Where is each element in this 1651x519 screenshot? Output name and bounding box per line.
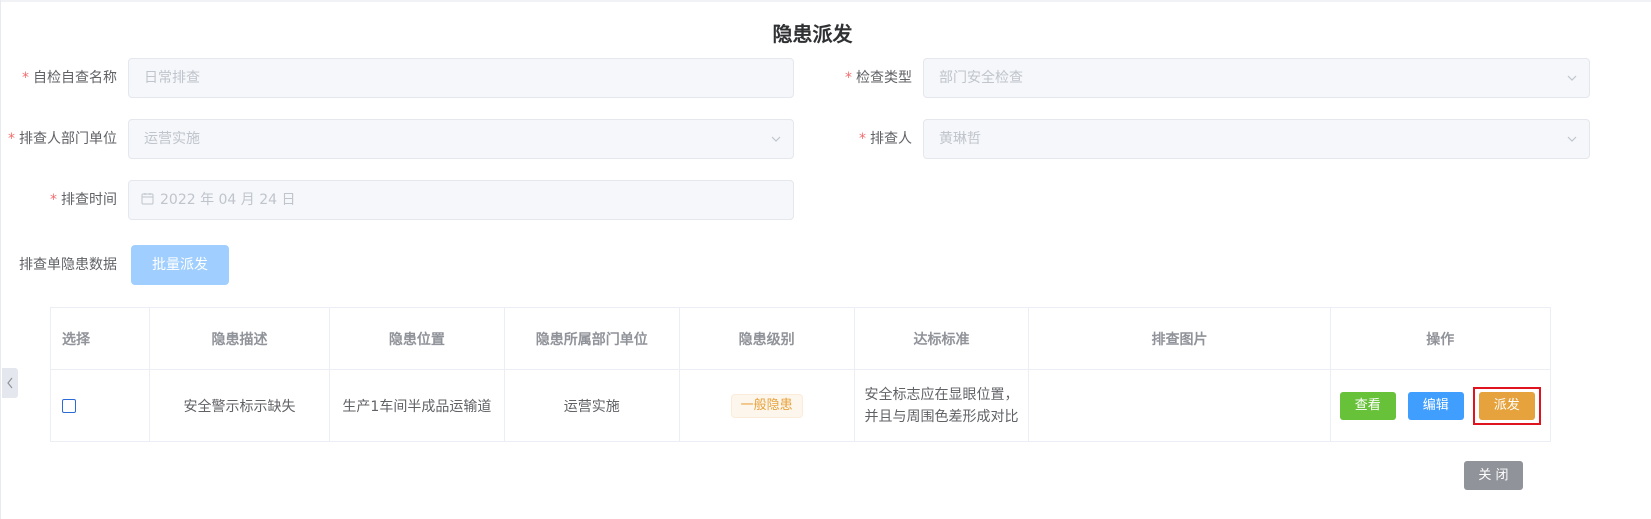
self-check-name-value: 日常排查 <box>144 70 200 86</box>
row-checkbox[interactable] <box>62 398 76 413</box>
checker-select[interactable]: 黄琳哲 <box>923 119 1590 159</box>
check-type-label: * 检查类型 <box>800 58 912 98</box>
check-time-label-text: 排查时间 <box>61 192 117 208</box>
check-type-select[interactable]: 部门安全检查 <box>923 58 1590 98</box>
checker-label-text: 排查人 <box>870 131 912 147</box>
col-header-location: 隐患位置 <box>328 307 505 370</box>
select-cell <box>49 369 151 442</box>
dept-unit-label: * 排查人部门单位 <box>0 119 117 159</box>
dept-unit-value: 运营实施 <box>144 131 200 147</box>
view-button[interactable]: 查看 <box>1339 391 1396 420</box>
chevron-down-icon <box>771 136 781 142</box>
standard-cell: 安全标志应在显眼位置， 并且与周围色差形成对比 <box>853 369 1030 442</box>
actions-cell: 查看 编辑 派发 <box>1329 369 1552 442</box>
level-tag: 一般隐患 <box>730 393 803 418</box>
hazard-table: 选择 隐患描述 隐患位置 隐患所属部门单位 隐患级别 达标标准 排查图片 操作 … <box>49 307 1552 442</box>
dept-unit-label-text: 排查人部门单位 <box>19 131 117 147</box>
description-cell: 安全警示标示缺失 <box>149 369 330 442</box>
required-mark: * <box>22 70 29 86</box>
col-header-department: 隐患所属部门单位 <box>503 307 680 370</box>
standard-line-1: 安全标志应在显眼位置， <box>864 386 1019 403</box>
self-check-name-input[interactable]: 日常排查 <box>128 58 794 98</box>
level-cell: 一般隐患 <box>678 369 855 442</box>
location-cell: 生产1车间半成品运输道 <box>328 369 505 442</box>
collapse-handle[interactable] <box>2 368 18 398</box>
col-header-level: 隐患级别 <box>678 307 855 370</box>
check-type-label-text: 检查类型 <box>856 70 912 86</box>
col-header-select: 选择 <box>49 307 151 370</box>
col-header-actions: 操作 <box>1329 307 1552 370</box>
edit-button[interactable]: 编辑 <box>1407 391 1464 420</box>
table-row: 安全警示标示缺失 生产1车间半成品运输道 运营实施 一般隐患 安全标志应在显眼位… <box>49 369 1552 442</box>
dept-unit-select[interactable]: 运营实施 <box>128 119 794 159</box>
calendar-icon <box>141 193 154 205</box>
required-mark: * <box>8 131 15 147</box>
required-mark: * <box>859 131 866 147</box>
self-check-name-label-text: 自检自查名称 <box>33 70 117 86</box>
self-check-name-label: * 自检自查名称 <box>0 58 117 98</box>
batch-dispatch-button[interactable]: 批量派发 <box>131 245 229 285</box>
col-header-image: 排查图片 <box>1028 307 1331 370</box>
table-header-row: 选择 隐患描述 隐患位置 隐患所属部门单位 隐患级别 达标标准 排查图片 操作 <box>49 307 1552 370</box>
standard-text: 安全标志应在显眼位置， 并且与周围色差形成对比 <box>864 384 1018 428</box>
standard-line-2: 并且与周围色差形成对比 <box>864 408 1019 425</box>
dispatch-highlight-box: 派发 <box>1472 386 1541 425</box>
image-cell <box>1028 369 1331 442</box>
checker-label: * 排查人 <box>800 119 912 159</box>
chevron-left-icon <box>7 377 13 389</box>
hazard-data-label: 排查单隐患数据 <box>19 257 117 273</box>
required-mark: * <box>845 70 852 86</box>
chevron-down-icon <box>1567 136 1577 142</box>
check-time-value: 2022 年 04 月 24 日 <box>160 192 296 208</box>
check-type-value: 部门安全检查 <box>939 70 1023 86</box>
check-time-date-picker[interactable]: 2022 年 04 月 24 日 <box>128 180 794 220</box>
required-mark: * <box>50 192 57 208</box>
col-header-standard: 达标标准 <box>853 307 1030 370</box>
checker-value: 黄琳哲 <box>939 131 981 147</box>
col-header-description: 隐患描述 <box>149 307 330 370</box>
check-time-label: * 排查时间 <box>0 180 117 220</box>
chevron-down-icon <box>1567 75 1577 81</box>
dispatch-button[interactable]: 派发 <box>1478 391 1535 420</box>
close-button[interactable]: 关 闭 <box>1464 461 1523 490</box>
top-divider <box>0 0 1651 2</box>
department-cell: 运营实施 <box>503 369 680 442</box>
page-title: 隐患派发 <box>772 22 853 46</box>
